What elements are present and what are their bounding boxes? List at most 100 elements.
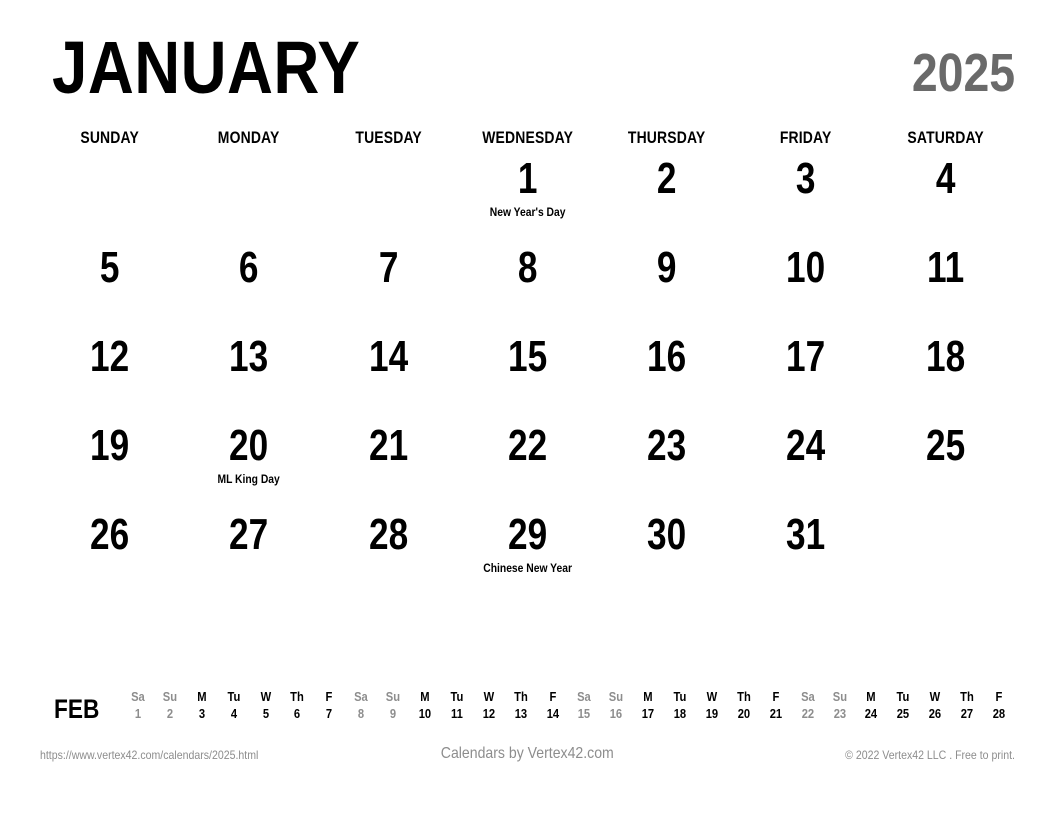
day-cell[interactable]: 22	[458, 415, 597, 504]
day-cell[interactable]: 30	[597, 504, 736, 593]
next-month-date: 24	[865, 706, 878, 721]
day-number: 18	[925, 332, 965, 381]
next-month-dow: Th	[737, 689, 751, 704]
day-number: 23	[647, 421, 687, 470]
next-month-date: 21	[769, 706, 782, 721]
next-month-dow: Sa	[354, 689, 369, 704]
next-month-dow: F	[549, 689, 556, 704]
next-month-dow: W	[706, 689, 718, 704]
next-month-date: 9	[389, 706, 397, 721]
day-cell[interactable]: 29 Chinese New Year	[458, 504, 597, 593]
year-title: 2025	[911, 43, 1015, 103]
day-cell[interactable]: 8	[458, 237, 597, 326]
next-month-day: Th 6	[281, 688, 313, 722]
day-number: 20	[229, 421, 269, 470]
day-number: 21	[368, 421, 408, 470]
day-cell[interactable]: 10	[736, 237, 875, 326]
next-month-date: 2	[166, 706, 173, 721]
footer-credit-text: Calendars by Vertex42.com	[441, 745, 614, 762]
day-cell-empty	[876, 504, 1015, 593]
day-cell[interactable]: 4	[876, 148, 1015, 237]
next-month-day: M 17	[632, 688, 664, 722]
weekday-header-saturday: SATURDAY	[907, 128, 984, 147]
day-number: 9	[656, 243, 677, 292]
next-month-label: FEB	[54, 694, 100, 724]
day-cell[interactable]: 12	[40, 326, 179, 415]
next-month-date: 10	[418, 706, 432, 721]
day-number: 7	[378, 243, 398, 292]
next-month-dow: M	[643, 689, 653, 704]
day-cell[interactable]: 26	[40, 504, 179, 593]
day-cell[interactable]: 14	[319, 326, 458, 415]
next-month-day: W 19	[696, 688, 728, 722]
day-cell[interactable]: 5	[40, 237, 179, 326]
week-row: 26 27 28 29 Chinese New Year 30 31	[40, 504, 1015, 593]
next-month-dow: M	[420, 689, 430, 704]
next-month-day: M 10	[409, 688, 441, 722]
next-month-dow: Su	[832, 689, 847, 704]
day-cell[interactable]: 15	[458, 326, 597, 415]
day-event-label: New Year's Day	[489, 205, 566, 219]
day-number: 13	[229, 332, 269, 381]
day-cell[interactable]: 24	[736, 415, 875, 504]
footer-copyright: © 2022 Vertex42 LLC . Free to print.	[845, 748, 1015, 762]
next-month-day: Th 20	[728, 688, 760, 722]
day-cell[interactable]: 28	[319, 504, 458, 593]
next-month-dow: Sa	[577, 689, 592, 704]
day-number: 30	[647, 510, 687, 559]
day-number: 29	[507, 510, 548, 559]
day-cell[interactable]: 31	[736, 504, 875, 593]
next-month-dow: W	[260, 689, 271, 704]
day-cell-empty	[179, 148, 318, 237]
next-month-date: 20	[737, 706, 751, 721]
day-cell[interactable]: 17	[736, 326, 875, 415]
next-month-date: 26	[928, 706, 942, 721]
day-cell[interactable]: 3	[736, 148, 875, 237]
next-month-date: 6	[294, 706, 301, 721]
next-month-date: 25	[897, 706, 910, 721]
next-month-dow: W	[929, 689, 941, 704]
day-number: 10	[786, 243, 826, 292]
next-month-date: 14	[546, 706, 559, 721]
day-cell[interactable]: 7	[319, 237, 458, 326]
next-month-day: Su 9	[377, 688, 409, 722]
next-month-dow: Su	[385, 689, 401, 704]
day-cell[interactable]: 27	[179, 504, 318, 593]
next-month-day: M 24	[855, 688, 887, 722]
next-month-days: Sa 1 Su 2 M 3 Tu 4 W 5 Th 6 F 7 Sa 8 Su 9 M 10 Tu 11 W 12 Th 13 F 1…	[122, 688, 1015, 722]
next-month-date: 16	[610, 706, 623, 721]
weekday-header-row: SUNDAY MONDAY TUESDAY WEDNESDAY THURSDAY FRID…	[40, 128, 1015, 148]
day-cell[interactable]: 13	[179, 326, 318, 415]
day-cell[interactable]: 16	[597, 326, 736, 415]
next-month-dow: Su	[609, 689, 624, 704]
day-cell[interactable]: 25	[876, 415, 1015, 504]
next-month-day: W5	[250, 688, 282, 722]
next-month-day: Th 27	[951, 688, 983, 722]
next-month-date: 11	[450, 706, 463, 721]
day-cell[interactable]: 6	[179, 237, 318, 326]
weekday-header-sunday: SUNDAY	[80, 128, 139, 147]
day-cell[interactable]: 21	[319, 415, 458, 504]
day-cell[interactable]: 11	[876, 237, 1015, 326]
day-cell[interactable]: 18	[876, 326, 1015, 415]
day-cell[interactable]: 23	[597, 415, 736, 504]
day-event-label: ML King Day	[217, 472, 281, 486]
day-cell[interactable]: 9	[597, 237, 736, 326]
next-month-day: F 28	[983, 688, 1015, 722]
day-cell[interactable]: 1 New Year's Day	[458, 148, 597, 237]
day-cell[interactable]: 19	[40, 415, 179, 504]
next-month-dow: M	[866, 689, 877, 704]
next-month-day: W 12	[473, 688, 505, 722]
next-month-dow: Su	[162, 689, 177, 704]
next-month-date: 12	[482, 706, 495, 721]
day-cell[interactable]: 2	[597, 148, 736, 237]
day-cell[interactable]: 20 ML King Day	[179, 415, 318, 504]
day-number: 25	[925, 421, 965, 470]
day-number: 22	[507, 421, 548, 470]
next-month-dow: Tu	[227, 689, 241, 704]
date-rows: 1 New Year's Day 2 3 4 5 6 7 8 9 10 11 12 13 14 15 16 17 1…	[40, 148, 1015, 593]
next-month-dow: Tu	[450, 689, 464, 704]
month-title: JANUARY	[52, 26, 361, 109]
day-event-label: Chinese New Year	[483, 561, 572, 575]
calendar-footer: https://www.vertex42.com/calendars/2025.…	[40, 744, 1015, 768]
